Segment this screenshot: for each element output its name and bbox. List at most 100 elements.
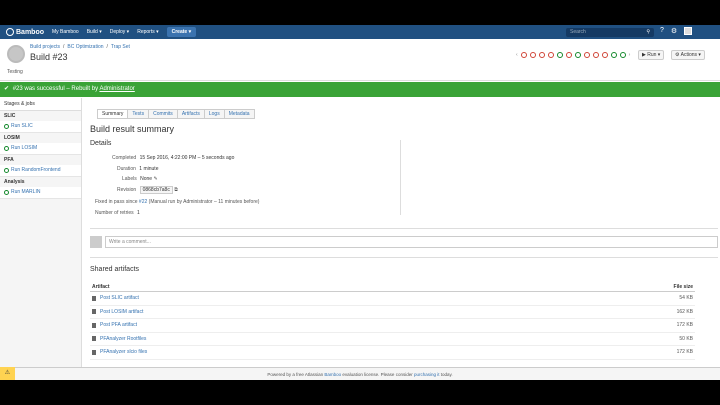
tab-commits[interactable]: Commits xyxy=(149,109,178,119)
fixed-build-link[interactable]: #22 xyxy=(139,199,147,205)
footer-suffix: today. xyxy=(440,372,453,377)
tab-logs[interactable]: Logs xyxy=(204,109,225,119)
history-success-icon[interactable] xyxy=(556,52,563,58)
artifact-name: PFAnalyzer slcio files xyxy=(100,349,148,356)
artifact-size: 172 KB xyxy=(676,349,693,356)
job-label: Run RandomFrontend xyxy=(11,167,61,173)
banner-user-link[interactable]: Administrator xyxy=(99,86,134,92)
table-header: Artifact File size xyxy=(90,283,695,292)
history-failed-icon[interactable] xyxy=(565,52,572,58)
fixed-suffix: (Manual run by Administrator – 11 minute… xyxy=(148,199,260,205)
divider xyxy=(90,228,718,229)
stages-sidebar: Stages & jobs SLIC Run SLIC LOSIM Run LO… xyxy=(0,98,82,368)
table-row: Post SLIC artifact 54 KB xyxy=(90,292,695,306)
tab-artifacts[interactable]: Artifacts xyxy=(177,109,205,119)
plan-avatar xyxy=(7,45,25,63)
license-footer: Powered by a free Atlassian Bamboo evalu… xyxy=(0,367,720,380)
file-icon xyxy=(92,295,96,301)
artifact-link[interactable]: PFAnalyzer slcio files xyxy=(92,349,147,355)
user-avatar[interactable] xyxy=(684,27,693,35)
revision-value[interactable]: 0868cb7a8c xyxy=(139,186,173,194)
history-failed-icon[interactable] xyxy=(547,52,554,58)
breadcrumb-plan[interactable]: Trap Set xyxy=(111,44,130,50)
history-success-icon[interactable] xyxy=(610,52,617,58)
history-next-icon[interactable]: › xyxy=(629,52,631,58)
artifact-name: Post LOSIM artifact xyxy=(100,308,144,315)
search-input[interactable]: Search ⚲ xyxy=(566,27,654,37)
build-history: ‹ › xyxy=(516,52,630,58)
nav-reports[interactable]: Reports xyxy=(137,29,158,35)
nav-my-bamboo[interactable]: My Bamboo xyxy=(52,29,79,35)
edit-labels-icon[interactable]: ✎ xyxy=(153,176,157,182)
settings-icon[interactable]: ⚙ xyxy=(671,27,677,35)
artifacts-table: Artifact File size Post SLIC artifact 54… xyxy=(90,283,695,360)
completed-label: Completed xyxy=(112,155,137,161)
sidebar-item-job[interactable]: Run RandomFrontend xyxy=(0,165,81,177)
footer-purchase-link[interactable]: purchasing it xyxy=(414,372,440,377)
history-failed-icon[interactable] xyxy=(592,52,599,58)
artifact-link[interactable]: Post PFA artifact xyxy=(92,322,137,328)
job-label: Run MARLIN xyxy=(11,189,41,195)
table-row: Post LOSIM artifact 162 KB xyxy=(90,306,695,319)
breadcrumb-separator: / xyxy=(63,44,65,50)
breadcrumb-build-projects[interactable]: Build projects xyxy=(30,44,60,50)
search-icon: ⚲ xyxy=(646,28,650,35)
tab-metadata[interactable]: Metadata xyxy=(224,109,255,119)
history-failed-icon[interactable] xyxy=(538,52,545,58)
build-status-banner: ✔ #23 was successful – Rebuilt by Admini… xyxy=(0,82,720,97)
actions-button[interactable]: ⚙ Actions ▾ xyxy=(671,50,705,60)
nav-build[interactable]: Build xyxy=(87,29,102,35)
job-success-icon xyxy=(4,145,9,151)
completed-value: 15 Sep 2016, 4:22:00 PM – 5 seconds ago xyxy=(139,155,235,161)
history-failed-icon[interactable] xyxy=(601,52,608,58)
duration-row: Duration 1 minute xyxy=(117,166,158,172)
sidebar-item-job[interactable]: Run SLIC xyxy=(0,121,81,133)
tab-summary[interactable]: Summary xyxy=(97,109,129,119)
letterbox-top xyxy=(0,0,720,25)
sidebar-item-job[interactable]: Run LOSIM xyxy=(0,143,81,155)
comment-input[interactable]: Write a comment... xyxy=(105,236,718,248)
history-success-icon[interactable] xyxy=(574,52,581,58)
history-success-icon[interactable] xyxy=(619,52,626,58)
artifact-link[interactable]: Post LOSIM artifact xyxy=(92,309,143,315)
details-divider xyxy=(400,140,401,215)
artifact-link[interactable]: PFAnalyzer Rootfiles xyxy=(92,336,146,342)
copy-icon[interactable]: ⧉ xyxy=(174,187,178,193)
retries-label: Number of retries xyxy=(95,210,134,216)
create-button[interactable]: Create ▾ xyxy=(166,27,197,37)
comment-avatar xyxy=(90,236,102,248)
actions-label: Actions xyxy=(680,52,698,58)
nav-deploy[interactable]: Deploy xyxy=(110,29,129,35)
history-failed-icon[interactable] xyxy=(583,52,590,58)
success-check-icon: ✔ xyxy=(4,86,10,92)
breadcrumb-project[interactable]: BC Optimization xyxy=(67,44,103,50)
footer-product-link[interactable]: Bamboo xyxy=(324,372,341,377)
result-tabs: Summary Tests Commits Artifacts Logs Met… xyxy=(97,109,255,119)
job-success-icon xyxy=(4,167,9,173)
history-failed-icon[interactable] xyxy=(520,52,527,58)
table-row: PFAnalyzer slcio files 172 KB xyxy=(90,346,695,360)
search-placeholder: Search xyxy=(570,28,586,35)
duration-label: Duration xyxy=(117,166,136,172)
tab-tests[interactable]: Tests xyxy=(128,109,150,119)
fixed-row: Fixed in pass since #22 (Manual run by A… xyxy=(95,199,259,205)
sidebar-item-job[interactable]: Run MARLIN xyxy=(0,187,81,199)
history-prev-icon[interactable]: ‹ xyxy=(516,52,518,58)
file-icon xyxy=(92,349,96,355)
artifact-link[interactable]: Post SLIC artifact xyxy=(92,295,139,301)
labels-row: Labels None ✎ xyxy=(122,176,158,182)
bamboo-logo[interactable]: Bamboo xyxy=(6,28,44,36)
plan-subtitle: Testing xyxy=(7,69,23,75)
footer-middle: evaluation license. Please consider xyxy=(342,372,413,377)
retries-row: Number of retries 1 xyxy=(95,210,140,216)
help-icon[interactable]: ? xyxy=(660,27,664,35)
bamboo-logo-icon xyxy=(6,28,14,36)
divider xyxy=(90,257,718,258)
revision-row: Revision 0868cb7a8c ⧉ xyxy=(117,186,178,194)
history-failed-icon[interactable] xyxy=(529,52,536,58)
stage-label: PFA xyxy=(4,157,14,163)
page-header: Build projects / BC Optimization / Trap … xyxy=(0,39,720,81)
run-button[interactable]: ▶ Run ▾ xyxy=(638,50,665,60)
table-row: PFAnalyzer Rootfiles 50 KB xyxy=(90,333,695,346)
file-icon xyxy=(92,336,96,342)
